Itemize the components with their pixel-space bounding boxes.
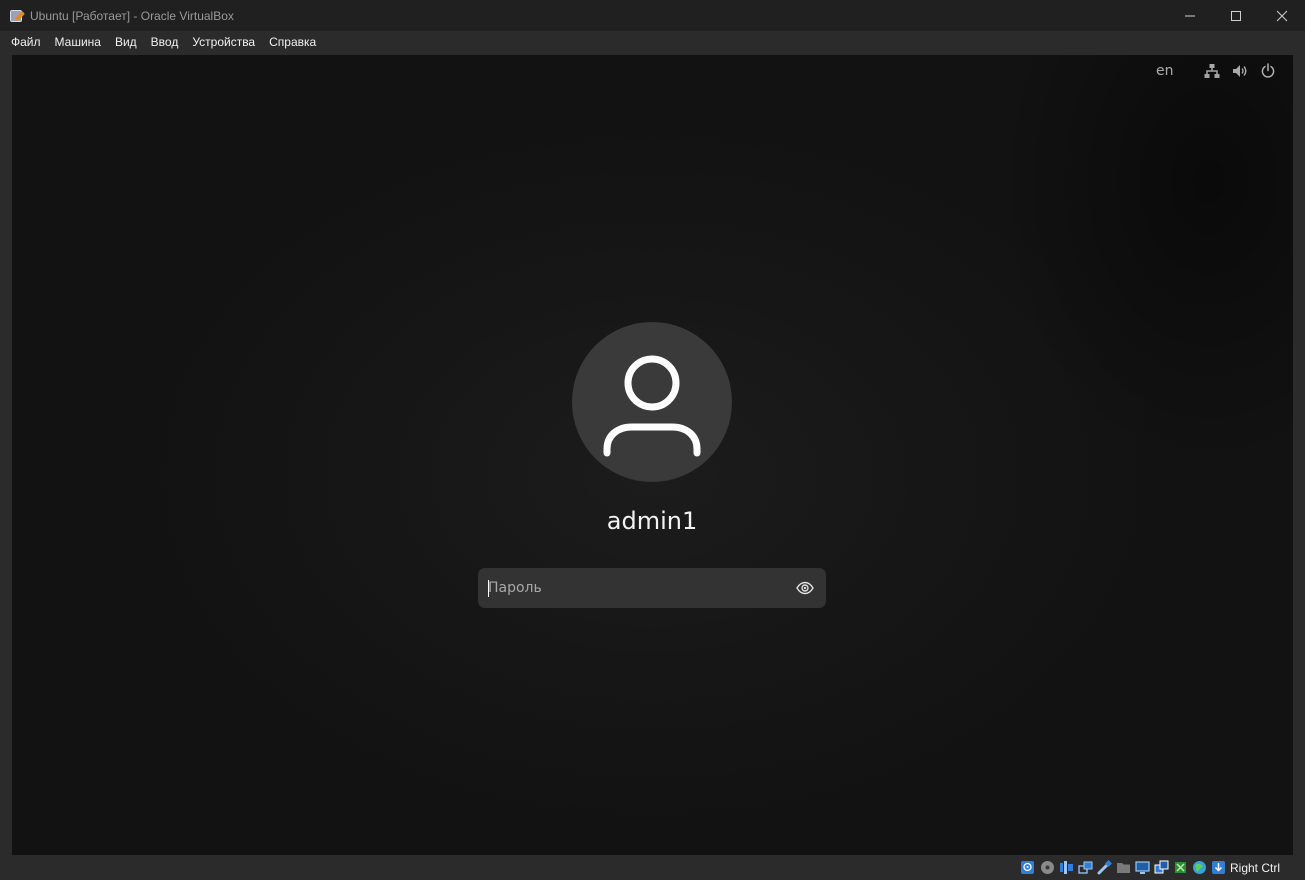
text-cursor bbox=[488, 580, 489, 597]
menu-view[interactable]: Вид bbox=[108, 31, 144, 53]
shared-folders-icon[interactable] bbox=[1116, 860, 1131, 875]
menu-devices[interactable]: Устройства bbox=[185, 31, 262, 53]
user-avatar bbox=[572, 322, 732, 482]
network-adapter-icon[interactable] bbox=[1078, 860, 1093, 875]
menu-input[interactable]: Ввод bbox=[144, 31, 186, 53]
cpu-icon[interactable] bbox=[1173, 860, 1188, 875]
optical-disk-icon[interactable] bbox=[1040, 860, 1055, 875]
menu-help[interactable]: Справка bbox=[262, 31, 323, 53]
close-button[interactable] bbox=[1259, 0, 1305, 31]
audio-icon[interactable] bbox=[1059, 860, 1074, 875]
window-title: Ubuntu [Работает] - Oracle VirtualBox bbox=[30, 8, 234, 23]
keyboard-layout-indicator[interactable]: en bbox=[1156, 63, 1186, 79]
eye-icon[interactable] bbox=[796, 580, 814, 596]
minimize-icon bbox=[1185, 15, 1195, 16]
window-titlebar[interactable]: Ubuntu [Работает] - Oracle VirtualBox bbox=[0, 0, 1305, 31]
vm-display[interactable]: en admin1 bbox=[12, 55, 1293, 855]
hard-disk-icon[interactable] bbox=[1020, 860, 1035, 875]
keyboard-icon[interactable] bbox=[1211, 860, 1226, 875]
password-input[interactable] bbox=[488, 568, 778, 608]
status-bar: Right Ctrl bbox=[0, 855, 1305, 880]
display-icon[interactable] bbox=[1135, 860, 1150, 875]
menu-machine[interactable]: Машина bbox=[48, 31, 108, 53]
virtualbox-icon bbox=[9, 8, 25, 24]
menu-bar: Файл Машина Вид Ввод Устройства Справка bbox=[0, 31, 1305, 53]
user-icon bbox=[603, 355, 701, 457]
volume-icon[interactable] bbox=[1232, 63, 1248, 79]
menu-file[interactable]: Файл bbox=[4, 31, 48, 53]
close-icon bbox=[1276, 10, 1288, 21]
usb-icon[interactable] bbox=[1097, 860, 1112, 875]
recording-icon[interactable] bbox=[1154, 860, 1169, 875]
mouse-integration-icon[interactable] bbox=[1192, 860, 1207, 875]
minimize-button[interactable] bbox=[1167, 0, 1213, 31]
maximize-button[interactable] bbox=[1213, 0, 1259, 31]
network-icon[interactable] bbox=[1204, 63, 1220, 79]
power-icon[interactable] bbox=[1260, 63, 1276, 79]
username-label: admin1 bbox=[606, 507, 698, 535]
maximize-icon bbox=[1231, 10, 1241, 21]
password-field[interactable] bbox=[478, 568, 826, 608]
host-key-label: Right Ctrl bbox=[1230, 861, 1281, 875]
